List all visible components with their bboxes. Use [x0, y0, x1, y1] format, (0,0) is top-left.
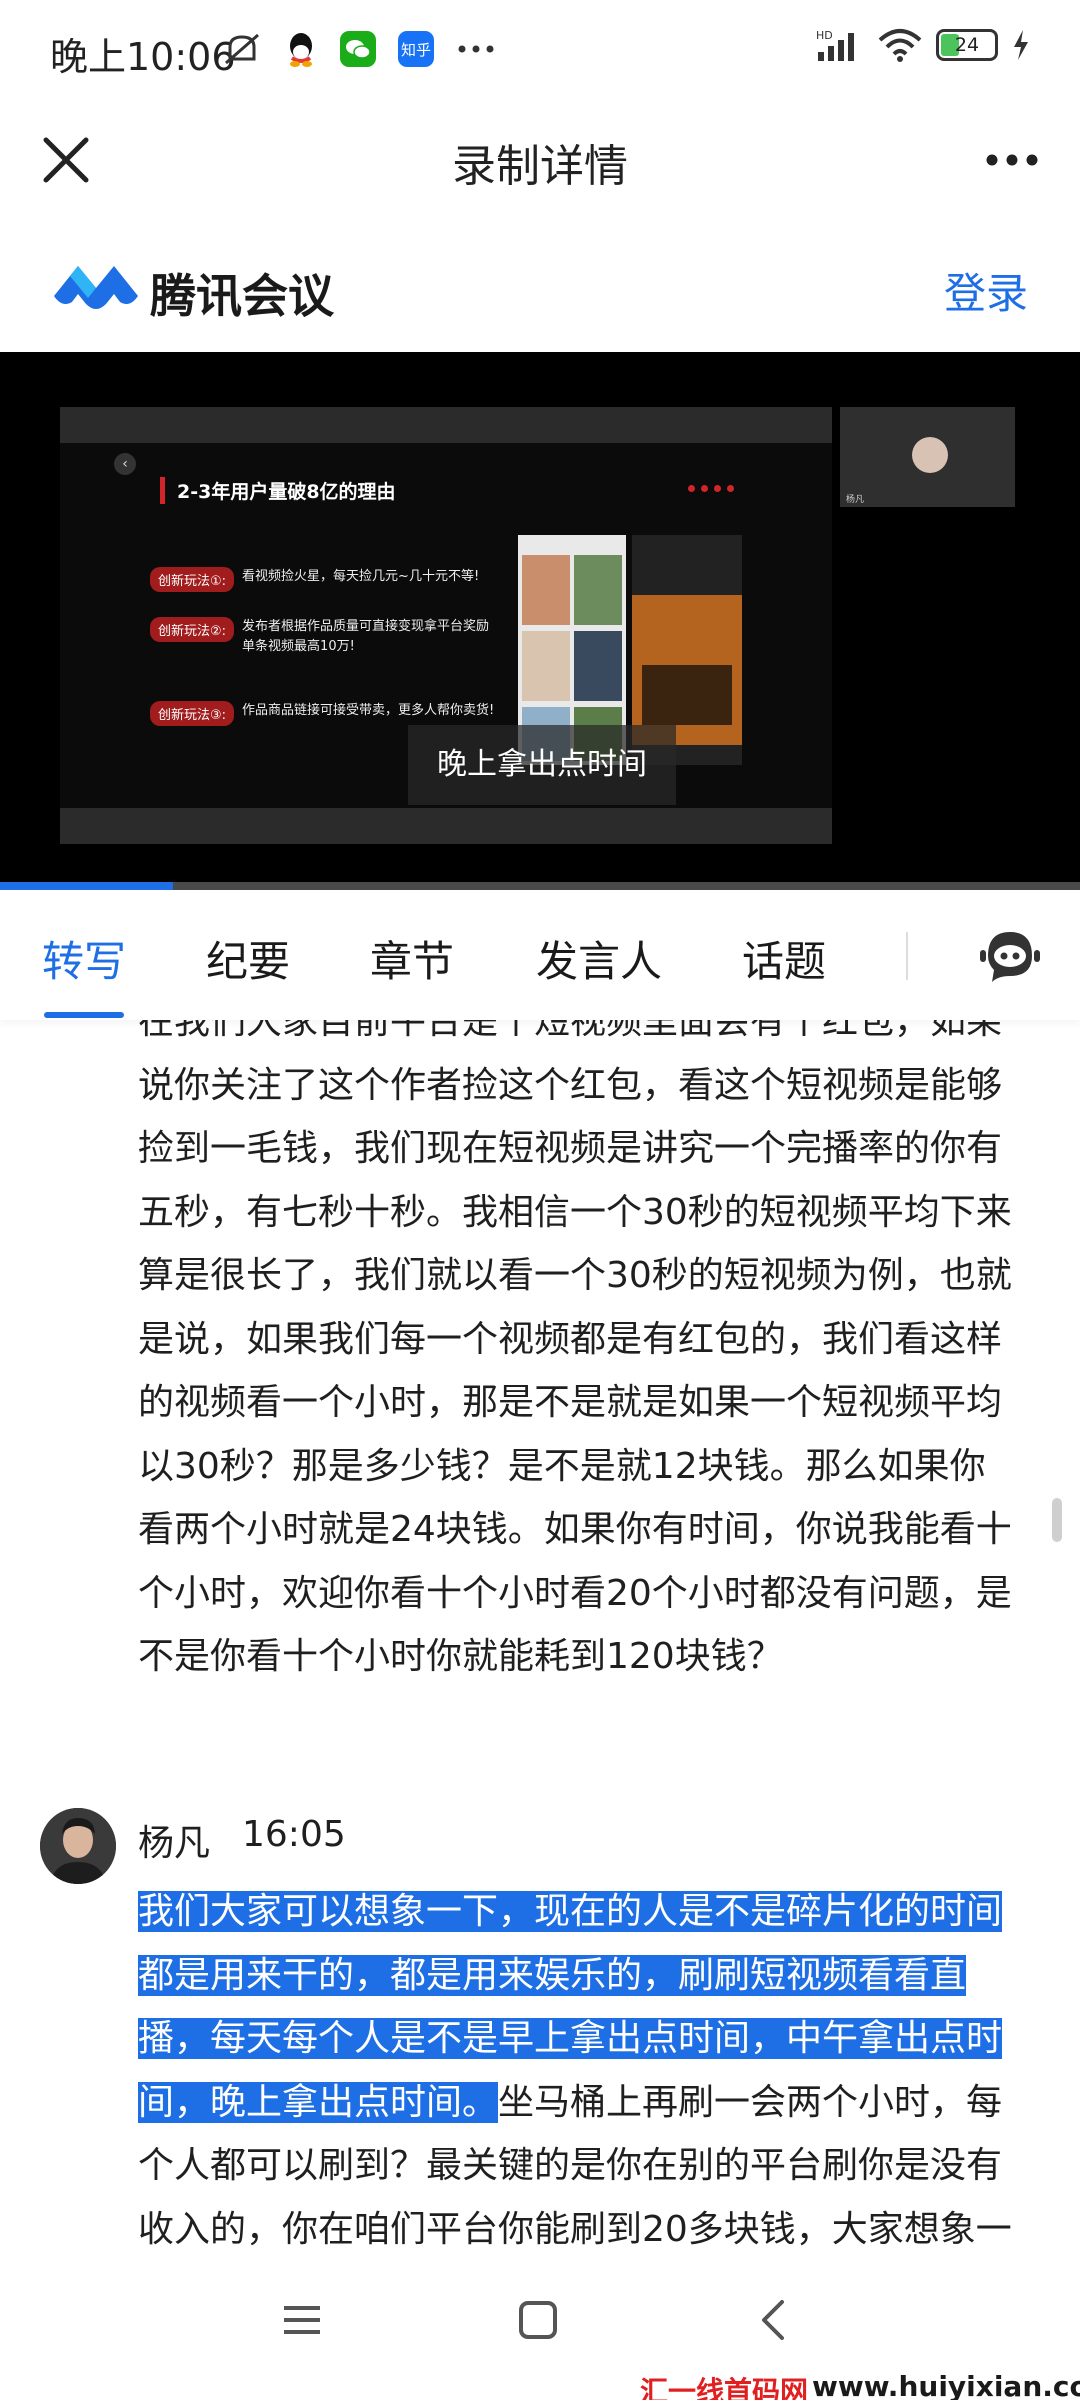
tab-speakers[interactable]: 发言人 [536, 928, 662, 989]
more-dots-icon [458, 45, 494, 53]
speaker-timestamp[interactable]: 16:05 [242, 1814, 346, 1855]
home-icon[interactable] [508, 2290, 568, 2350]
slide-title: 2-3年用户量破8亿的理由 [160, 477, 396, 504]
wifi-icon [878, 29, 922, 62]
slide-top-bar [60, 407, 832, 443]
slide-dots [688, 485, 734, 492]
slide-tag: 创新玩法②: [150, 617, 235, 642]
active-tab-indicator [44, 1012, 124, 1018]
system-indicators: HD 24 [816, 28, 1030, 62]
slide-text-block: 发布者根据作品质量可直接变现拿平台奖励 单条视频最高10万! [242, 617, 489, 657]
page-title: 录制详情 [452, 141, 628, 192]
status-time: 晚上10:06 [50, 35, 236, 79]
transcript-panel[interactable]: 在我们大家目前平台是个短视频里面会有个红包，如果说你关注了这个作者捡这个红包，看… [0, 1020, 1080, 2270]
slide-bottom-bar [60, 808, 832, 844]
signal-icon: HD [816, 29, 854, 61]
watermark-text: 汇一线首码网 [640, 2375, 809, 2400]
back-icon[interactable] [744, 2290, 804, 2350]
zhihu-icon: 知乎 [398, 31, 434, 67]
status-bar: 晚上10:06 知乎 HD 24 [0, 0, 1080, 100]
tab-transcript[interactable]: 转写 [42, 928, 126, 989]
transcript-paragraph: 我们大家可以想象一下，现在的人是不是碎片化的时间都是用来干的，都是用来娱乐的，刷… [138, 1880, 1018, 2270]
ai-assistant-icon[interactable] [978, 922, 1042, 986]
slide-text: 发布者根据作品质量可直接变现拿平台奖励 [242, 619, 490, 634]
transcript-paragraph: 在我们大家目前平台是个短视频里面会有个红包，如果说你关注了这个作者捡这个红包，看… [138, 1020, 1012, 1677]
tencent-meeting-logo-icon [54, 266, 138, 309]
avatar[interactable] [40, 1808, 116, 1884]
battery-icon: 24 [936, 29, 998, 61]
slide-text: 作品商品链接可接受带卖，更多人帮你卖货! [242, 703, 495, 718]
wechat-icon [340, 31, 376, 67]
watermark-url: www.huiyixian.com [812, 2370, 1080, 2400]
menu-icon[interactable] [272, 2290, 332, 2350]
tab-bar: 转写 纪要 章节 发言人 话题 [0, 890, 1080, 1020]
mute-icon [225, 33, 259, 65]
speaker-tile-label: 杨凡 [846, 495, 865, 505]
speaker-video-tile: 杨凡 [840, 407, 1015, 507]
scrollbar-thumb[interactable] [1052, 1498, 1062, 1542]
brand-name: 腾讯会议 [150, 269, 334, 323]
qq-icon [290, 33, 312, 67]
brand-bar: 腾讯会议 登录 [0, 230, 1080, 350]
tab-chapters[interactable]: 章节 [370, 928, 454, 989]
video-player[interactable]: ‹ 2-3年用户量破8亿的理由 创新玩法①: 看视频捡火星，每天捡几元~几十元不… [0, 352, 1080, 890]
slide-text: 看视频捡火星，每天捡几元~几十元不等! [242, 569, 480, 584]
speaker-name: 杨凡 [138, 1823, 211, 1864]
charging-icon [1014, 30, 1028, 60]
login-link[interactable]: 登录 [944, 260, 1028, 321]
svg-text:HD: HD [816, 29, 833, 42]
slide-tag: 创新玩法③: [150, 701, 235, 726]
tab-summary[interactable]: 纪要 [206, 928, 290, 989]
slide-tag: 创新玩法①: [150, 567, 235, 592]
shared-screen: ‹ 2-3年用户量破8亿的理由 创新玩法①: 看视频捡火星，每天捡几元~几十元不… [60, 407, 832, 844]
tab-topics[interactable]: 话题 [742, 928, 826, 989]
speaker-face [912, 437, 948, 473]
slide-row: 创新玩法①: 看视频捡火星，每天捡几元~几十元不等! [150, 567, 479, 592]
notification-icons: 知乎 [222, 30, 496, 68]
slide-back-icon: ‹ [114, 453, 136, 475]
playback-progress-bar[interactable] [0, 882, 1080, 890]
slide-row: 创新玩法②: 发布者根据作品质量可直接变现拿平台奖励 单条视频最高10万! [150, 617, 489, 657]
slide-text: 单条视频最高10万! [242, 639, 355, 654]
more-options-icon[interactable] [982, 140, 1042, 180]
slide-row: 创新玩法③: 作品商品链接可接受带卖，更多人帮你卖货! [150, 701, 494, 726]
progress-fill [0, 882, 173, 890]
tab-divider [906, 932, 908, 980]
title-bar: 录制详情 [0, 100, 1080, 220]
video-caption: 晚上拿出点时间 [437, 747, 647, 782]
system-navigation-bar [0, 2270, 1080, 2370]
site-watermark: 汇一线首码网 www.huiyixian.com [0, 2370, 1080, 2400]
